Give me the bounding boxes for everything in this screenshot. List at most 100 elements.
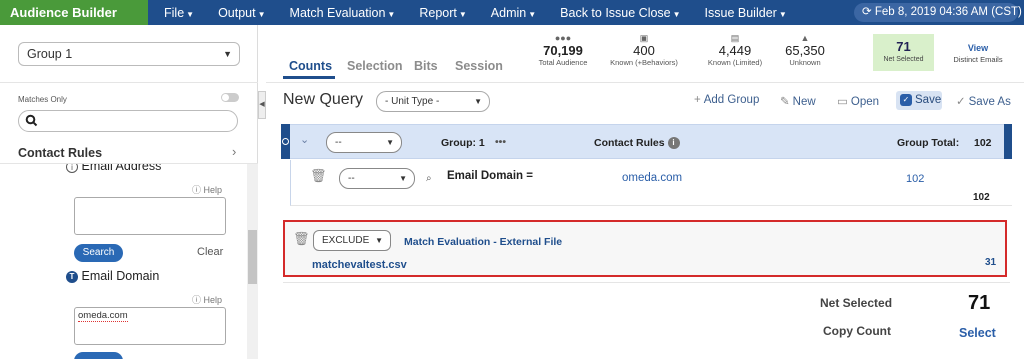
- group-total-label: Group Total:: [897, 137, 960, 149]
- caret-down-icon: ▼: [672, 9, 681, 19]
- chevron-down-icon: ▼: [223, 49, 232, 59]
- stat-total-audience: ●●● 70,199 Total Audience: [532, 33, 594, 67]
- drag-handle-icon[interactable]: [282, 138, 289, 145]
- info-icon: i: [66, 164, 78, 173]
- save-as-button[interactable]: ✓ Save As: [956, 94, 1011, 108]
- nav-back-to-issue-close[interactable]: Back to Issue Close ▼: [548, 6, 692, 20]
- stat-known-limited: ▤ 4,449 Known (Limited): [700, 33, 770, 67]
- caret-down-icon: ▼: [458, 9, 467, 19]
- group-operator-select[interactable]: -- ▼: [326, 132, 402, 153]
- refresh-icon: ⟳: [862, 6, 872, 18]
- nav-admin[interactable]: Admin ▼: [479, 6, 548, 20]
- nav-issue-builder[interactable]: Issue Builder ▼: [693, 6, 799, 20]
- sidebar: Group 1 ▼ Matches Only Contact Rules › i…: [0, 25, 258, 359]
- document-icon: ▤: [730, 33, 740, 43]
- chevron-right-icon[interactable]: ›: [232, 144, 236, 159]
- view-distinct-emails-link[interactable]: View Distinct Emails: [948, 43, 1008, 64]
- email-domain-value: omeda.com: [78, 310, 128, 322]
- clear-button[interactable]: Clear: [197, 246, 223, 258]
- help-link[interactable]: ⓘ Help: [192, 183, 222, 196]
- exclude-operator-select[interactable]: EXCLUDE ▼: [313, 230, 391, 251]
- save-button[interactable]: ✓ Save: [896, 91, 942, 110]
- nav-output[interactable]: Output ▼: [206, 6, 277, 20]
- help-link[interactable]: ⓘ Help: [192, 293, 222, 306]
- rule-count[interactable]: 102: [906, 173, 924, 185]
- caret-down-icon: ▼: [257, 9, 266, 19]
- info-icon: i: [667, 137, 680, 150]
- stat-unknown: ▲ 65,350 Unknown: [780, 33, 830, 67]
- check-circle-icon: ✓: [956, 96, 966, 108]
- date-display[interactable]: ⟳ Feb 8, 2019 04:36 AM (CST): [854, 3, 1022, 22]
- zoom-icon[interactable]: ⌕: [426, 173, 432, 184]
- matches-only-toggle[interactable]: [221, 93, 239, 102]
- caret-down-icon: ▼: [186, 9, 195, 19]
- divider: [0, 82, 258, 83]
- net-selected-badge: 71 Net Selected: [873, 34, 934, 71]
- copy-count-select-link[interactable]: Select: [959, 326, 996, 340]
- unknown-user-icon: ▲: [800, 33, 810, 43]
- text-type-icon: T: [66, 270, 78, 283]
- chevron-down-icon: ▼: [474, 97, 482, 106]
- chevron-down-icon[interactable]: ⌄: [300, 133, 309, 146]
- collapse-sidebar-handle[interactable]: ◀: [258, 91, 266, 119]
- top-nav: Audience Builder (OnQ) File▼ Output▼ Mat…: [0, 0, 1024, 45]
- nav-report[interactable]: Report ▼: [407, 6, 478, 20]
- chevron-down-icon: ▼: [399, 174, 407, 183]
- scrollbar-thumb[interactable]: [248, 230, 257, 284]
- chevron-down-icon: ▼: [386, 138, 394, 147]
- active-tab-indicator: [283, 76, 335, 79]
- tab-counts[interactable]: Counts: [289, 59, 332, 73]
- group-total-value: 102: [974, 137, 992, 149]
- tab-bits[interactable]: Bits: [414, 59, 438, 73]
- pencil-icon: ✎: [780, 96, 790, 108]
- divider: [266, 82, 1024, 83]
- net-selected-label: Net Selected: [820, 296, 893, 310]
- trash-icon[interactable]: 🗑: [310, 168, 327, 184]
- users-icon: ●●●: [554, 33, 572, 43]
- add-group-button[interactable]: + Add Group: [694, 94, 759, 106]
- caret-down-icon: ▼: [528, 9, 537, 19]
- rule-value[interactable]: omeda.com: [622, 172, 682, 184]
- email-domain-textarea[interactable]: omeda.com: [74, 307, 226, 345]
- rule-operator-select[interactable]: -- ▼: [339, 168, 415, 189]
- rule-subtotal: 102: [973, 192, 990, 203]
- contact-rules-title: Contact Rules i: [594, 137, 680, 150]
- group-right-bar: [1004, 124, 1012, 159]
- email-address-textarea[interactable]: [74, 197, 226, 235]
- contact-rules-list: i Email Address ⓘ Help Search Clear T Em…: [0, 164, 258, 359]
- search-button[interactable]: Search: [74, 244, 123, 262]
- matches-only-label: Matches Only: [18, 95, 67, 104]
- id-card-icon: ▣: [639, 33, 649, 43]
- stat-known-behaviors: ▣ 400 Known (+Behaviors): [604, 33, 684, 67]
- exclude-file-name[interactable]: matchevaltest.csv: [312, 259, 407, 271]
- search-button[interactable]: [74, 352, 123, 359]
- trash-icon[interactable]: 🗑: [293, 231, 310, 247]
- email-address-field-label: i Email Address: [66, 164, 161, 173]
- exclude-count[interactable]: 31: [985, 257, 996, 268]
- caret-down-icon: ▼: [387, 9, 396, 19]
- copy-count-label: Copy Count: [823, 324, 891, 338]
- email-domain-field-label: T Email Domain: [66, 269, 159, 283]
- help-icon: ⓘ: [192, 185, 202, 195]
- unit-type-select[interactable]: - Unit Type - ▼: [376, 91, 490, 112]
- nav-file[interactable]: File ▼: [152, 6, 206, 20]
- more-options-icon[interactable]: •••: [495, 136, 506, 148]
- check-icon: ✓: [900, 93, 912, 106]
- open-button[interactable]: ▭ Open: [837, 94, 879, 108]
- query-title: New Query: [283, 91, 364, 108]
- new-button[interactable]: ✎ New: [780, 94, 816, 108]
- chevron-down-icon: ▼: [375, 236, 383, 245]
- tab-selection[interactable]: Selection: [347, 59, 403, 73]
- app-brand: Audience Builder (OnQ): [0, 0, 148, 45]
- contact-rules-heading: Contact Rules: [18, 146, 103, 160]
- sidebar-search-input[interactable]: [18, 110, 238, 132]
- plus-icon: +: [694, 94, 701, 106]
- help-icon: ⓘ: [192, 295, 202, 305]
- group-select[interactable]: Group 1 ▼: [18, 42, 240, 66]
- net-selected-value: 71: [968, 292, 991, 314]
- tab-session[interactable]: Session: [455, 59, 503, 73]
- search-icon: [25, 114, 38, 130]
- exclude-title: Match Evaluation - External File: [404, 236, 563, 248]
- nav-match-evaluation[interactable]: Match Evaluation ▼: [278, 6, 408, 20]
- caret-down-icon: ▼: [778, 9, 787, 19]
